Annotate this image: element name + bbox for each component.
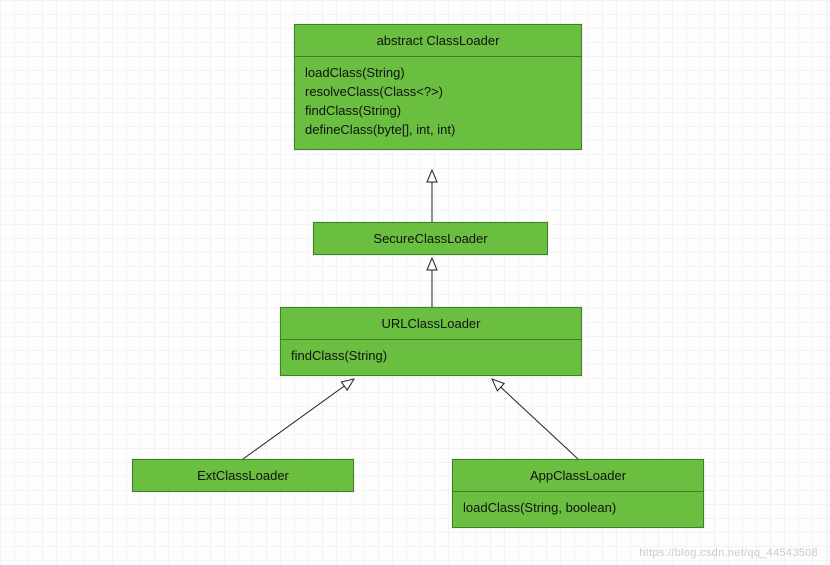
- method-item: findClass(String): [305, 103, 571, 118]
- method-item: loadClass(String): [305, 65, 571, 80]
- class-methods: findClass(String): [281, 339, 581, 375]
- class-classloader: abstract ClassLoader loadClass(String) r…: [294, 24, 582, 150]
- watermark: https://blog.csdn.net/qq_44543508: [639, 547, 818, 559]
- method-item: defineClass(byte[], int, int): [305, 122, 571, 137]
- class-extclassloader: ExtClassLoader: [132, 459, 354, 492]
- class-methods: loadClass(String, boolean): [453, 491, 703, 527]
- class-title: SecureClassLoader: [314, 223, 547, 254]
- method-item: loadClass(String, boolean): [463, 500, 693, 515]
- class-title: URLClassLoader: [281, 308, 581, 339]
- edge-ext-to-url: [243, 379, 354, 459]
- class-secureclassloader: SecureClassLoader: [313, 222, 548, 255]
- class-urlclassloader: URLClassLoader findClass(String): [280, 307, 582, 376]
- class-title: ExtClassLoader: [133, 460, 353, 491]
- class-appclassloader: AppClassLoader loadClass(String, boolean…: [452, 459, 704, 528]
- edge-app-to-url: [492, 379, 578, 459]
- method-item: findClass(String): [291, 348, 571, 363]
- class-title: AppClassLoader: [453, 460, 703, 491]
- class-methods: loadClass(String) resolveClass(Class<?>)…: [295, 56, 581, 149]
- class-title: abstract ClassLoader: [295, 25, 581, 56]
- method-item: resolveClass(Class<?>): [305, 84, 571, 99]
